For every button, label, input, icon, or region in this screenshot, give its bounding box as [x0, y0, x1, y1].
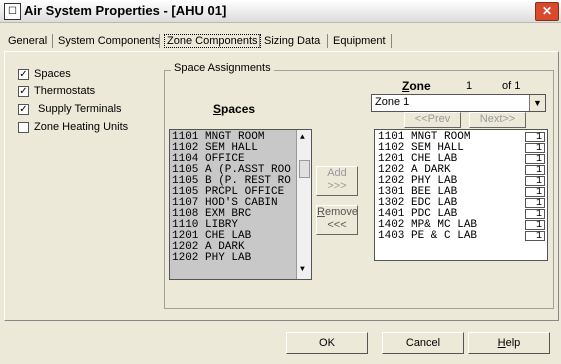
- space-count-field[interactable]: 1: [525, 143, 545, 154]
- tab-general[interactable]: General: [8, 32, 47, 50]
- remove-button-rest: emove: [324, 206, 358, 218]
- title-bar: ☐ Air System Properties - [AHU 01] ✕: [0, 0, 561, 23]
- scroll-down-icon[interactable]: ▼: [300, 265, 305, 274]
- add-button-label: Add: [327, 167, 347, 179]
- list-item[interactable]: 1403 PE & C LAB: [378, 231, 477, 242]
- close-icon: ✕: [541, 4, 553, 18]
- space-count-field[interactable]: 1: [525, 187, 545, 198]
- help-button-accel: H: [497, 337, 506, 349]
- app-icon: ☐: [4, 3, 21, 20]
- tab-zone-components[interactable]: Zone Components: [164, 32, 261, 50]
- help-button-rest: elp: [505, 337, 521, 349]
- tab-divider: [391, 34, 392, 48]
- window-title: Air System Properties - [AHU 01]: [24, 3, 227, 18]
- close-button[interactable]: ✕: [535, 2, 559, 21]
- space-count-field[interactable]: 1: [525, 209, 545, 220]
- tab-label: Zone Components: [164, 34, 261, 48]
- scroll-up-icon[interactable]: ▲: [300, 133, 305, 142]
- tab-label: General: [8, 35, 48, 47]
- help-button[interactable]: Help: [468, 332, 550, 354]
- tab-system-components[interactable]: System Components: [58, 32, 160, 50]
- zone-heading: Zone: [402, 79, 431, 93]
- cancel-button[interactable]: Cancel: [382, 332, 464, 354]
- tab-label: System Components: [58, 35, 161, 47]
- checkbox-box[interactable]: [18, 122, 29, 133]
- space-count-field[interactable]: 1: [525, 165, 545, 176]
- list-item[interactable]: 1202 PHY LAB: [172, 253, 251, 264]
- spaces-heading-rest: paces: [221, 102, 256, 116]
- help-button-label: Help: [498, 337, 521, 349]
- dialog-window: ☐ Air System Properties - [AHU 01] ✕ Gen…: [0, 0, 561, 364]
- spaces-heading: Spaces: [213, 102, 255, 116]
- chevron-down-icon[interactable]: ▼: [529, 95, 545, 111]
- zone-spaces-list[interactable]: 1101 MNGT ROOM 1 1102 SEM HALL 1 1201 CH…: [374, 129, 548, 261]
- spaces-heading-accel: S: [213, 102, 222, 116]
- zone-index: 1: [466, 80, 473, 92]
- zone-count-label: of 1: [502, 80, 521, 92]
- tab-sizing-data[interactable]: Sizing Data: [264, 32, 320, 50]
- space-count-field[interactable]: 1: [525, 154, 545, 165]
- next-button[interactable]: Next>>: [469, 112, 526, 128]
- prev-button[interactable]: <<Prev: [404, 112, 461, 128]
- zone-select-value: Zone 1: [375, 96, 410, 108]
- add-button-arrows: >>>: [327, 180, 347, 192]
- tab-label: Equipment: [333, 35, 386, 47]
- tab-divider: [159, 34, 160, 48]
- spaces-scrollbar[interactable]: ▲ ▼: [296, 130, 311, 279]
- tab-divider: [259, 34, 260, 48]
- spaces-list[interactable]: 1101 MNGT ROOM 1102 SEM HALL 1104 OFFICE…: [169, 129, 312, 280]
- checkbox-box[interactable]: ✓: [18, 104, 29, 115]
- add-button[interactable]: Add >>>: [316, 166, 358, 196]
- checkbox-label: Spaces: [34, 68, 71, 80]
- checkbox-box[interactable]: ✓: [18, 86, 29, 97]
- ok-button[interactable]: OK: [286, 332, 368, 354]
- zone-select[interactable]: Zone 1 ▼: [371, 94, 546, 112]
- scroll-thumb[interactable]: [299, 160, 310, 178]
- remove-button[interactable]: Remove <<<: [316, 205, 358, 235]
- space-count-field[interactable]: 1: [525, 176, 545, 187]
- remove-button-arrows: <<<: [327, 219, 347, 231]
- zone-heading-rest: one: [409, 79, 431, 93]
- remove-button-accel: R: [317, 206, 325, 218]
- remove-button-label: Remove: [317, 206, 358, 219]
- tab-divider: [327, 34, 328, 48]
- checkbox-box[interactable]: ✓: [18, 69, 29, 80]
- tab-divider: [52, 34, 53, 48]
- checkbox-label: Zone Heating Units: [34, 121, 129, 133]
- checkbox-label: Supply Terminals: [38, 103, 122, 115]
- tab-equipment[interactable]: Equipment: [333, 32, 386, 50]
- tab-label: Sizing Data: [264, 35, 321, 47]
- space-count-field[interactable]: 1: [525, 132, 545, 143]
- group-title: Space Assignments: [171, 62, 274, 74]
- space-count-field[interactable]: 1: [525, 220, 545, 231]
- space-count-field[interactable]: 1: [525, 198, 545, 209]
- space-count-field[interactable]: 1: [525, 231, 545, 242]
- checkbox-label: Thermostats: [34, 85, 96, 97]
